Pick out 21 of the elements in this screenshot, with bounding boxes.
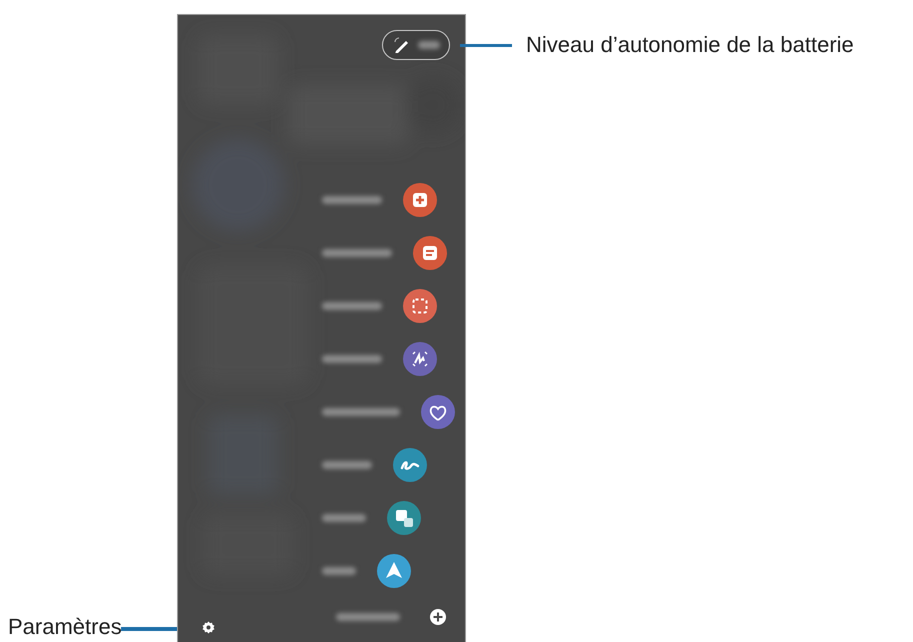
callout-label: Paramètres bbox=[8, 614, 122, 640]
menu-app-icon[interactable] bbox=[403, 289, 437, 323]
menu-app-icon[interactable] bbox=[377, 554, 411, 588]
blurred-label bbox=[336, 613, 400, 621]
blurred-label bbox=[322, 567, 356, 575]
blurred-label bbox=[322, 302, 382, 310]
callout-label: Niveau d’autonomie de la batterie bbox=[526, 32, 854, 58]
menu-app-icon[interactable] bbox=[393, 448, 427, 482]
leader-line bbox=[460, 44, 512, 46]
battery-indicator[interactable] bbox=[382, 30, 450, 60]
settings-icon[interactable] bbox=[202, 621, 215, 634]
blurred-label bbox=[322, 249, 392, 257]
blurred-label bbox=[322, 355, 382, 363]
menu-app-icon[interactable] bbox=[387, 501, 421, 535]
menu-app-icon[interactable] bbox=[413, 236, 447, 270]
blurred-label bbox=[322, 196, 382, 204]
menu-app-icon[interactable] bbox=[403, 183, 437, 217]
blurred-label bbox=[322, 461, 372, 469]
blurred-label bbox=[322, 514, 366, 522]
menu-app-icon[interactable] bbox=[403, 342, 437, 376]
menu-app-icon[interactable] bbox=[421, 395, 455, 429]
